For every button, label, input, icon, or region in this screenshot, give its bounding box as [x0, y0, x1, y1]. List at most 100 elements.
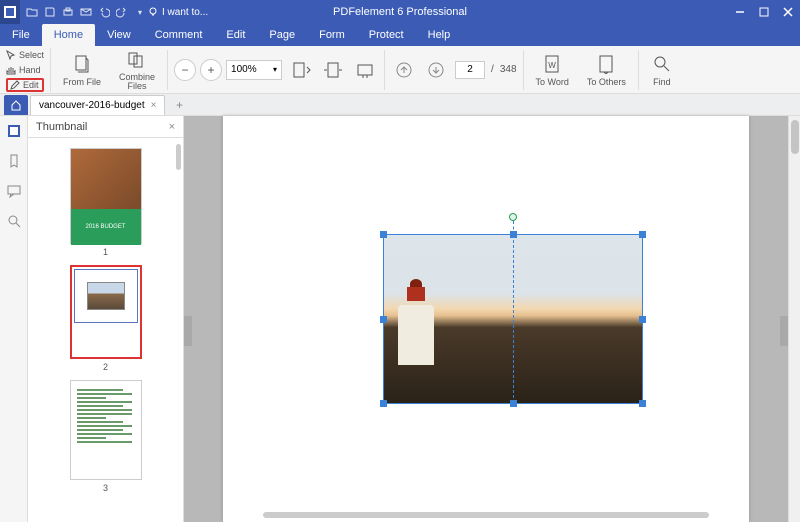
- to-others-icon: [595, 53, 617, 75]
- find-button[interactable]: Find: [645, 51, 679, 89]
- from-file-button[interactable]: From File: [57, 51, 107, 89]
- resize-handle-br[interactable]: [639, 400, 646, 407]
- rotate-handle[interactable]: [509, 213, 517, 221]
- separator: [384, 50, 385, 90]
- select-label: Select: [19, 50, 44, 60]
- close-panel-icon[interactable]: ×: [169, 121, 175, 133]
- menu-bar: File Home View Comment Edit Page Form Pr…: [0, 24, 800, 46]
- menu-file[interactable]: File: [0, 24, 42, 46]
- combine-files-icon: [126, 49, 148, 71]
- resize-handle-bm[interactable]: [510, 400, 517, 407]
- i-want-label: I want to...: [162, 7, 208, 18]
- separator: [523, 50, 524, 90]
- close-button[interactable]: [776, 0, 800, 24]
- app-logo: [0, 0, 20, 24]
- app-title: PDFelement 6 Professional: [333, 6, 467, 18]
- search-icon: [651, 53, 673, 75]
- save-icon[interactable]: [42, 6, 58, 18]
- menu-view[interactable]: View: [95, 24, 143, 46]
- thumbnail-number: 1: [103, 247, 108, 257]
- undo-icon[interactable]: [96, 6, 112, 18]
- vertical-scrollbar[interactable]: [788, 116, 800, 522]
- scrollbar-thumb[interactable]: [176, 144, 181, 170]
- scrollbar-thumb[interactable]: [791, 120, 799, 154]
- open-icon[interactable]: [24, 6, 40, 18]
- thumbnail-item[interactable]: 2016 BUDGET 1: [70, 148, 142, 257]
- thumbnail-list[interactable]: 2016 BUDGET 1 2 3: [28, 138, 183, 522]
- thumbnail-page-1: 2016 BUDGET: [70, 148, 142, 244]
- page-view[interactable]: [223, 116, 749, 522]
- zoom-in-button[interactable]: +: [200, 59, 222, 81]
- title-bar: ▾ PDFelement 6 Professional I want to...: [0, 0, 800, 24]
- separator: [167, 50, 168, 90]
- selected-image[interactable]: [383, 234, 643, 404]
- document-tabstrip: vancouver-2016-budget × +: [0, 94, 800, 116]
- hand-label: Hand: [19, 65, 41, 75]
- next-page-button[interactable]: [423, 57, 449, 83]
- canvas-area[interactable]: [184, 116, 788, 522]
- fit-width-button[interactable]: [320, 57, 346, 83]
- comments-rail-button[interactable]: [5, 182, 23, 200]
- menu-comment[interactable]: Comment: [143, 24, 215, 46]
- document-tab[interactable]: vancouver-2016-budget ×: [30, 95, 165, 115]
- menu-protect[interactable]: Protect: [357, 24, 416, 46]
- to-word-button[interactable]: W To Word: [530, 51, 575, 89]
- prev-page-button[interactable]: [391, 57, 417, 83]
- thumbnail-item[interactable]: 2: [70, 265, 142, 372]
- comment-icon: [7, 184, 21, 198]
- search-rail-button[interactable]: [5, 212, 23, 230]
- from-file-label: From File: [63, 77, 101, 87]
- resize-handle-mr[interactable]: [639, 316, 646, 323]
- combine-files-label: Combine Files: [119, 73, 155, 91]
- pencil-icon: [10, 80, 20, 90]
- minimize-button[interactable]: [728, 0, 752, 24]
- email-icon[interactable]: [78, 6, 94, 18]
- actual-size-button[interactable]: [352, 57, 378, 83]
- document-tab-label: vancouver-2016-budget: [39, 100, 145, 111]
- i-want-to-search[interactable]: I want to...: [148, 7, 208, 18]
- add-tab-button[interactable]: +: [169, 98, 189, 112]
- thumbnail-panel: Thumbnail × 2016 BUDGET 1 2: [28, 116, 184, 522]
- resize-handle-ml[interactable]: [380, 316, 387, 323]
- horizontal-scrollbar[interactable]: [263, 512, 709, 518]
- image-lighthouse: [392, 275, 442, 365]
- resize-handle-bl[interactable]: [380, 400, 387, 407]
- panel-collapse-left[interactable]: [184, 316, 192, 346]
- quick-access-toolbar: ▾: [24, 6, 148, 18]
- guide-line: [513, 235, 514, 403]
- search-icon: [7, 214, 21, 228]
- maximize-button[interactable]: [752, 0, 776, 24]
- print-icon[interactable]: [60, 6, 76, 18]
- redo-icon[interactable]: [114, 6, 130, 18]
- menu-page[interactable]: Page: [257, 24, 307, 46]
- select-tool[interactable]: Select: [6, 48, 44, 62]
- home-tab[interactable]: [4, 95, 28, 115]
- hand-tool[interactable]: Hand: [6, 63, 44, 77]
- edit-tool[interactable]: Edit: [6, 78, 44, 92]
- combine-files-button[interactable]: Combine Files: [113, 47, 161, 93]
- bookmarks-rail-button[interactable]: [5, 152, 23, 170]
- chevron-down-icon: ▾: [273, 65, 277, 74]
- menu-help[interactable]: Help: [416, 24, 463, 46]
- window-controls: [728, 0, 800, 24]
- ribbon-toolbar: Select Hand Edit From File Combine Files…: [0, 46, 800, 94]
- separator: [638, 50, 639, 90]
- dropdown-icon[interactable]: ▾: [132, 6, 148, 18]
- thumbnails-rail-button[interactable]: [5, 122, 23, 140]
- menu-edit[interactable]: Edit: [214, 24, 257, 46]
- close-tab-icon[interactable]: ×: [151, 100, 157, 111]
- resize-handle-tl[interactable]: [380, 231, 387, 238]
- menu-home[interactable]: Home: [42, 24, 95, 46]
- to-others-button[interactable]: To Others: [581, 51, 632, 89]
- edit-label: Edit: [23, 80, 39, 90]
- page-number-input[interactable]: 2: [455, 61, 485, 79]
- zoom-out-button[interactable]: −: [174, 59, 196, 81]
- menu-form[interactable]: Form: [307, 24, 357, 46]
- fit-page-button[interactable]: [288, 57, 314, 83]
- resize-handle-tm[interactable]: [510, 231, 517, 238]
- thumbnail-item[interactable]: 3: [70, 380, 142, 493]
- resize-handle-tr[interactable]: [639, 231, 646, 238]
- page-separator: /: [491, 64, 494, 75]
- panel-collapse-right[interactable]: [780, 316, 788, 346]
- zoom-combo[interactable]: 100% ▾: [226, 60, 282, 80]
